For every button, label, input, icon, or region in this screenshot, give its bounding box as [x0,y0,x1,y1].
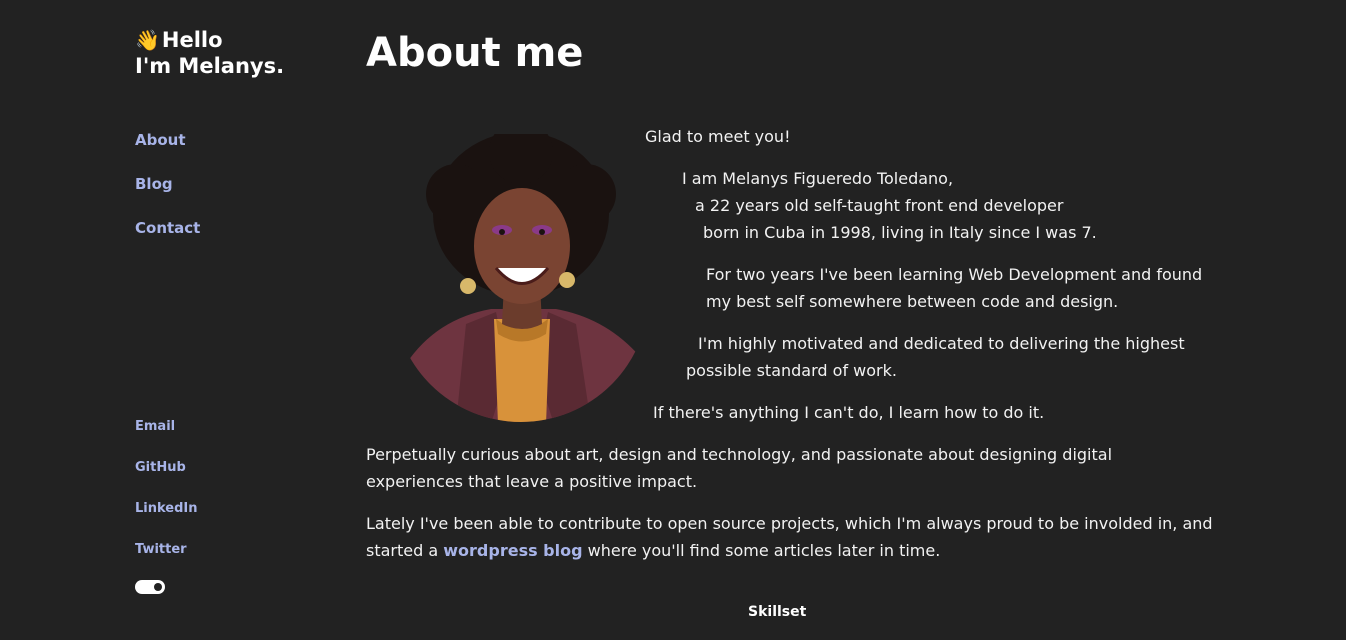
paragraph-line: Lately I've been able to contribute to o… [366,514,1213,533]
intro-line: possible standard of work. [686,361,897,380]
main-content: About me Glad to meet you! I am Melanys … [366,0,1226,640]
waving-hand-icon: 👋 [135,28,160,52]
toggle-knob [154,583,162,591]
paragraph-text: started a [366,541,444,560]
social-link-email[interactable]: Email [135,418,198,459]
profile-portrait [396,134,648,422]
paragraph-text: where you'll find some articles later in… [582,541,941,560]
intro-line: If there's anything I can't do, I learn … [653,403,1045,422]
paragraph-curious: Perpetually curious about art, design an… [366,441,1112,495]
sidebar: 👋Hello I'm Melanys. About Blog Contact E… [135,0,335,640]
greeting-name: I'm Melanys. [135,54,285,78]
paragraph-line: Perpetually curious about art, design an… [366,445,1113,464]
theme-toggle[interactable] [135,580,165,594]
site-greeting: 👋Hello I'm Melanys. [135,27,284,79]
wordpress-blog-link[interactable]: wordpress blog [443,541,582,560]
main-nav: About Blog Contact [135,130,200,262]
intro-line: my best self somewhere between code and … [706,292,1119,311]
nav-link-about[interactable]: About [135,130,200,174]
intro-greeting: Glad to meet you! [645,127,791,146]
social-link-github[interactable]: GitHub [135,459,198,500]
paragraph-opensource: Lately I've been able to contribute to o… [366,510,1213,564]
intro-line: a 22 years old self-taught front end dev… [695,196,1064,215]
page-title: About me [366,30,584,76]
nav-link-blog[interactable]: Blog [135,174,200,218]
nav-link-contact[interactable]: Contact [135,218,200,262]
social-links: Email GitHub LinkedIn Twitter [135,418,198,582]
intro-line: I'm highly motivated and dedicated to de… [698,334,1185,353]
paragraph-line: experiences that leave a positive impact… [366,472,698,491]
intro-line: I am Melanys Figueredo Toledano, [682,169,954,188]
intro-line: born in Cuba in 1998, living in Italy si… [703,223,1097,242]
social-link-linkedin[interactable]: LinkedIn [135,500,198,541]
greeting-hello: Hello [161,28,223,52]
social-link-twitter[interactable]: Twitter [135,541,198,582]
intro-line: For two years I've been learning Web Dev… [706,265,1203,284]
skillset-heading: Skillset [748,604,807,620]
